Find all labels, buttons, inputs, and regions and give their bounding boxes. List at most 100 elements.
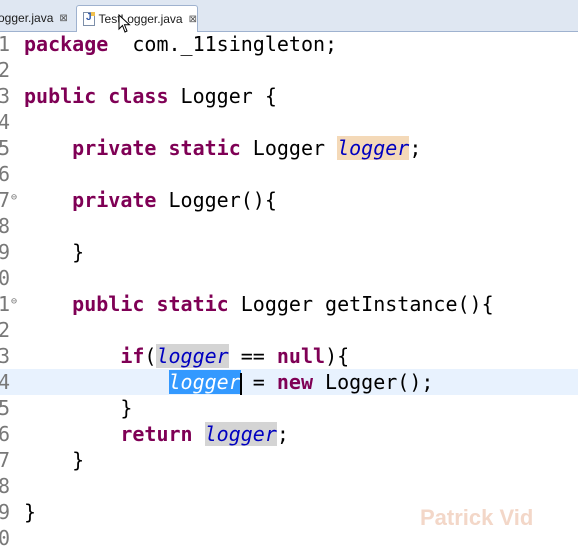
code-text: private Logger(){ <box>24 187 277 213</box>
keyword-token: private <box>72 136 157 160</box>
line-number: 8 <box>0 474 11 498</box>
line-number: 7 <box>0 448 11 472</box>
line-number: 4 <box>0 110 11 134</box>
code-token: Logger getInstance(){ <box>228 292 494 316</box>
code-line[interactable]: 6 return logger; <box>0 421 578 447</box>
code-token: com._11singleton; <box>108 32 338 56</box>
code-line[interactable]: 4 logger = new Logger(); <box>0 369 578 395</box>
line-number: 9 <box>0 500 11 524</box>
code-line[interactable]: 7 ⊖ private Logger(){ <box>0 187 578 213</box>
code-text: if(logger == null){ <box>24 343 349 369</box>
keyword-token: if <box>120 344 145 368</box>
code-line[interactable]: 9 } <box>0 239 578 265</box>
fold-collapse-icon[interactable]: ⊖ <box>11 185 17 211</box>
field-token: logger <box>337 136 410 160</box>
code-token: = <box>240 370 277 394</box>
code-text: logger = new Logger(); <box>24 369 433 395</box>
code-text: package com._11singleton; <box>24 31 337 57</box>
code-token: Logger(){ <box>156 188 277 212</box>
line-number: 5 <box>0 136 11 160</box>
code-line[interactable]: 6 <box>0 161 578 187</box>
watermark: Patrick Vid <box>420 505 534 530</box>
line-number: 0 <box>0 526 11 550</box>
line-number: 6 <box>0 162 11 186</box>
line-number: 3 <box>0 84 11 108</box>
keyword-token: public <box>72 292 145 316</box>
line-number: 8 <box>0 214 11 238</box>
field-token: logger <box>168 370 241 394</box>
code-line[interactable]: 3 public class Logger { <box>0 83 578 109</box>
tab-testlogger-java[interactable]: TestLogger.java ⊠ <box>76 5 198 32</box>
code-text: } <box>24 239 84 265</box>
code-line[interactable]: 3 if(logger == null){ <box>0 343 578 369</box>
code-token: Logger { <box>168 84 277 108</box>
code-text: public class Logger { <box>24 83 277 109</box>
editor-tab-bar: ogger.java ⊠ TestLogger.java ⊠ <box>0 0 578 33</box>
code-text: private static Logger logger; <box>24 135 421 161</box>
keyword-token: static <box>156 292 229 316</box>
keyword-token: package <box>24 32 109 56</box>
code-line[interactable]: 5 } <box>0 395 578 421</box>
code-token: ; <box>276 422 289 446</box>
keyword-token: public <box>24 84 97 108</box>
code-line[interactable]: 1 package com._11singleton; <box>0 31 578 57</box>
code-line[interactable]: 5 private static Logger logger; <box>0 135 578 161</box>
code-text: public static Logger getInstance(){ <box>24 291 494 317</box>
code-token: Logger <box>240 136 338 160</box>
line-number: 1 <box>0 32 11 56</box>
code-line[interactable]: 2 <box>0 57 578 83</box>
tab-label: TestLogger.java <box>98 12 183 26</box>
keyword-token: null <box>276 344 326 368</box>
field-token: logger <box>204 422 277 446</box>
code-token: ; <box>409 136 422 160</box>
line-number: 0 <box>0 266 11 290</box>
code-token: == <box>228 344 277 368</box>
keyword-token: static <box>168 136 241 160</box>
code-line[interactable]: 1 ⊖ public static Logger getInstance(){ <box>0 291 578 317</box>
tab-label: ogger.java <box>0 11 54 25</box>
java-file-icon <box>83 12 95 26</box>
code-line[interactable]: 0 <box>0 265 578 291</box>
keyword-token: class <box>108 84 169 108</box>
line-number: 6 <box>0 422 11 446</box>
keyword-token: private <box>72 188 157 212</box>
code-line[interactable]: 2 <box>0 317 578 343</box>
keyword-token: return <box>120 422 193 446</box>
code-token: ( <box>144 344 157 368</box>
code-text: } <box>24 447 84 473</box>
tab-logger-java[interactable]: ogger.java ⊠ <box>0 6 72 30</box>
code-text: return logger; <box>24 421 289 447</box>
code-text: } <box>24 499 36 525</box>
code-token: Logger(); <box>313 370 434 394</box>
line-number: 2 <box>0 58 11 82</box>
line-number: 5 <box>0 396 11 420</box>
code-token: } <box>24 448 85 472</box>
line-number: 3 <box>0 344 11 368</box>
close-icon[interactable]: ⊠ <box>189 14 197 25</box>
code-line[interactable]: 8 <box>0 473 578 499</box>
code-line[interactable]: 4 <box>0 109 578 135</box>
code-token: } <box>24 396 133 420</box>
keyword-token: new <box>276 370 313 394</box>
code-line[interactable]: 8 <box>0 213 578 239</box>
close-icon[interactable]: ⊠ <box>59 13 67 24</box>
line-number: 9 <box>0 240 11 264</box>
fold-collapse-icon[interactable]: ⊖ <box>11 289 17 315</box>
code-token: } <box>24 240 85 264</box>
line-number: 4 <box>0 370 11 394</box>
code-token: } <box>24 500 37 524</box>
code-line[interactable]: 7 } <box>0 447 578 473</box>
code-editor[interactable]: 1 package com._11singleton; 2 3 public class… <box>0 31 578 550</box>
code-text: } <box>24 395 132 421</box>
code-token: ){ <box>325 344 350 368</box>
